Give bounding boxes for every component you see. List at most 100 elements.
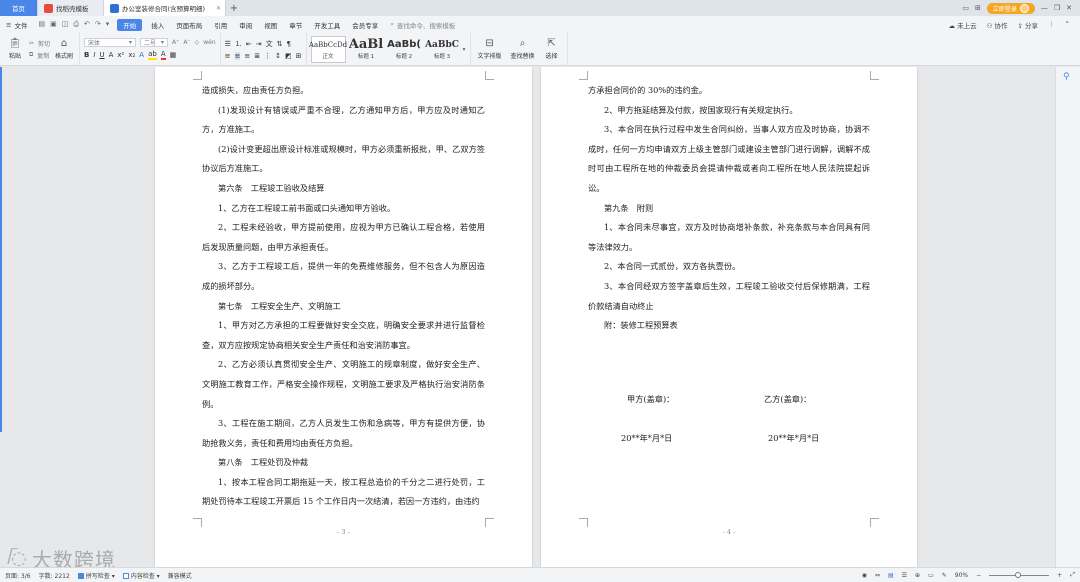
sort-icon[interactable]: ⇅ (277, 40, 283, 48)
zoom-level[interactable]: 90% (955, 572, 968, 579)
tab-insert[interactable]: 插入 (145, 16, 170, 33)
tab-page-layout[interactable]: 页面布局 (170, 16, 208, 33)
char-shading-icon[interactable]: ▦ (170, 51, 177, 59)
more-menu-icon[interactable]: ⋮ (1048, 20, 1055, 30)
zoom-out-icon[interactable]: − (976, 572, 981, 579)
format-painter-button[interactable]: ⌂ 格式刷 (53, 38, 75, 60)
word-count[interactable]: 字数: 2212 (39, 571, 70, 580)
spell-check-toggle[interactable]: 拼写检查 ▾ (77, 571, 115, 580)
paste-button[interactable]: 📋︎ 粘贴 (4, 38, 26, 60)
borders-icon[interactable]: ⊞ (296, 52, 302, 60)
open-folder-icon[interactable]: ▤ (38, 20, 45, 29)
shading-icon[interactable]: ◩ (285, 52, 292, 60)
find-replace-button[interactable]: ⌕ 查找替换 (508, 38, 538, 60)
align-right-icon[interactable]: ≡ (244, 52, 250, 60)
share-button[interactable]: ⇪ 分享 (1018, 20, 1039, 30)
save-icon[interactable]: ▣ (50, 20, 57, 29)
line-spacing-icon[interactable]: ↕ (275, 52, 281, 60)
zoom-slider-handle[interactable] (1014, 571, 1021, 578)
content-check-toggle[interactable]: 内容检查 ▾ (122, 571, 160, 580)
zoom-in-icon[interactable]: + (1057, 572, 1062, 579)
style-heading-3[interactable]: AaBbC 标题 3 (425, 36, 460, 63)
cut-button[interactable]: ✂ 剪切 (29, 39, 50, 48)
login-button[interactable]: 立即登录 (986, 2, 1035, 14)
tab-home[interactable]: 首页 (0, 0, 38, 16)
tab-review[interactable]: 审阅 (233, 16, 258, 33)
minimize-icon[interactable]: — (1041, 4, 1048, 12)
location-pin-icon[interactable]: ⚲ (1063, 72, 1070, 82)
page-4[interactable]: 方承担合同价的 30%的违约金。 2、甲方拖延结算及付款，按国家现行有关规定执行。… (541, 67, 917, 567)
tab-references[interactable]: 引用 (208, 16, 233, 33)
view-toggle-icon[interactable]: ⇔ (875, 572, 880, 579)
tab-document[interactable]: 办公室装修合同(含预算明细) ✕ (104, 0, 226, 16)
font-effect-icon[interactable]: A (139, 51, 144, 59)
style-heading-1[interactable]: AaBl 标题 1 (349, 36, 384, 63)
eye-protection-icon[interactable]: ◉ (862, 572, 867, 579)
decrease-indent-icon[interactable]: ⇤ (246, 40, 252, 48)
align-center-icon[interactable]: ≡ (234, 51, 241, 60)
tab-start[interactable]: 开始 (117, 18, 143, 31)
tab-member[interactable]: 会员专享 (346, 16, 384, 33)
print-preview-icon[interactable]: ◫ (62, 20, 69, 29)
distributed-icon[interactable]: ⋮ (264, 52, 271, 60)
tab-template[interactable]: 找稻壳模板 (38, 0, 104, 16)
cloud-status[interactable]: ☁ 未上云 (949, 20, 977, 30)
collaborate-button[interactable]: ⚇ 协作 (987, 20, 1008, 30)
bullets-icon[interactable]: ☰ (225, 40, 231, 48)
undo-icon[interactable]: ↶ (84, 20, 90, 29)
increase-indent-icon[interactable]: ⇥ (256, 40, 262, 48)
more-icon[interactable]: ▾ (106, 20, 110, 29)
tab-section[interactable]: 章节 (283, 16, 308, 33)
page-3[interactable]: 造成损失，应由责任方负担。 (1)发现设计有错误或严重不合理，乙方通知甲方后，甲方… (155, 67, 532, 567)
web-view-icon[interactable]: ⊕ (915, 572, 920, 579)
italic-icon[interactable]: I (93, 51, 95, 59)
file-menu[interactable]: ≡ 文件 (0, 16, 33, 33)
style-normal[interactable]: AaBbCcDd 正文 (309, 35, 347, 63)
print-icon[interactable]: ⎙ (73, 20, 79, 29)
page-indicator[interactable]: 页面: 3/6 (5, 571, 31, 580)
layout-icon[interactable]: ▭ (962, 4, 969, 12)
highlight-icon[interactable]: ab (148, 50, 157, 60)
underline-icon[interactable]: U (99, 51, 104, 59)
new-tab-button[interactable]: + (226, 0, 242, 16)
strikethrough-icon[interactable]: A (109, 51, 114, 59)
align-left-icon[interactable]: ≡ (225, 52, 231, 60)
text-layout-button[interactable]: ⊟ 文字排版 (475, 38, 505, 60)
page-3-body[interactable]: 造成损失，应由责任方负担。 (1)发现设计有错误或严重不合理，乙方通知甲方后，甲方… (202, 81, 485, 512)
page-4-body[interactable]: 方承担合同价的 30%的违约金。 2、甲方拖延结算及付款，按国家现行有关规定执行。… (588, 81, 870, 336)
font-name-select[interactable]: 宋体 ▾ (84, 38, 137, 47)
select-button[interactable]: ⇱ 选择 (541, 38, 563, 60)
font-size-select[interactable]: 二号 ▾ (140, 38, 169, 47)
justify-icon[interactable]: ≣ (254, 52, 260, 60)
outline-view-icon[interactable]: ☰ (902, 572, 907, 579)
styles-more-icon[interactable]: ▾ (463, 46, 466, 53)
subscript-icon[interactable]: x₂ (128, 51, 135, 59)
grow-font-icon[interactable]: A⁺ (172, 39, 179, 46)
collapse-ribbon-icon[interactable]: ⌃ (1065, 20, 1070, 30)
document-area[interactable]: 造成损失，应由责任方负担。 (1)发现设计有错误或严重不合理，乙方通知甲方后，甲方… (0, 67, 1080, 567)
edit-icon[interactable]: ✎ (942, 572, 947, 579)
font-color-icon[interactable]: A (160, 50, 166, 60)
phonetic-icon[interactable]: wén (203, 39, 215, 46)
chinese-layout-icon[interactable]: 文 (266, 39, 273, 49)
shrink-font-icon[interactable]: A⁻ (183, 39, 190, 46)
style-heading-2[interactable]: AaBb( 标题 2 (387, 36, 422, 63)
restore-icon[interactable]: ❐ (1054, 4, 1060, 12)
reading-view-icon[interactable]: ▭ (928, 572, 934, 579)
numbering-icon[interactable]: ⒈ (235, 39, 242, 49)
close-tab-icon[interactable]: ✕ (216, 5, 221, 12)
zoom-slider[interactable] (989, 571, 1050, 578)
superscript-icon[interactable]: x² (117, 51, 124, 59)
clear-format-icon[interactable]: ◇ (195, 39, 200, 46)
command-search[interactable]: ⌕ 查找命令、搜索模板 (384, 20, 455, 30)
bold-icon[interactable]: B (84, 51, 89, 59)
grid-icon[interactable]: ⊞ (975, 4, 981, 12)
tab-view[interactable]: 视图 (258, 16, 283, 33)
fit-page-icon[interactable]: ⤢ (1070, 571, 1075, 579)
page-view-icon[interactable]: ▤ (888, 572, 894, 579)
close-window-icon[interactable]: ✕ (1066, 4, 1072, 12)
redo-icon[interactable]: ↷ (95, 20, 101, 29)
copy-button[interactable]: ⧉ 复制 (29, 51, 50, 60)
show-marks-icon[interactable]: ¶ (287, 40, 291, 48)
tab-developer[interactable]: 开发工具 (308, 16, 346, 33)
